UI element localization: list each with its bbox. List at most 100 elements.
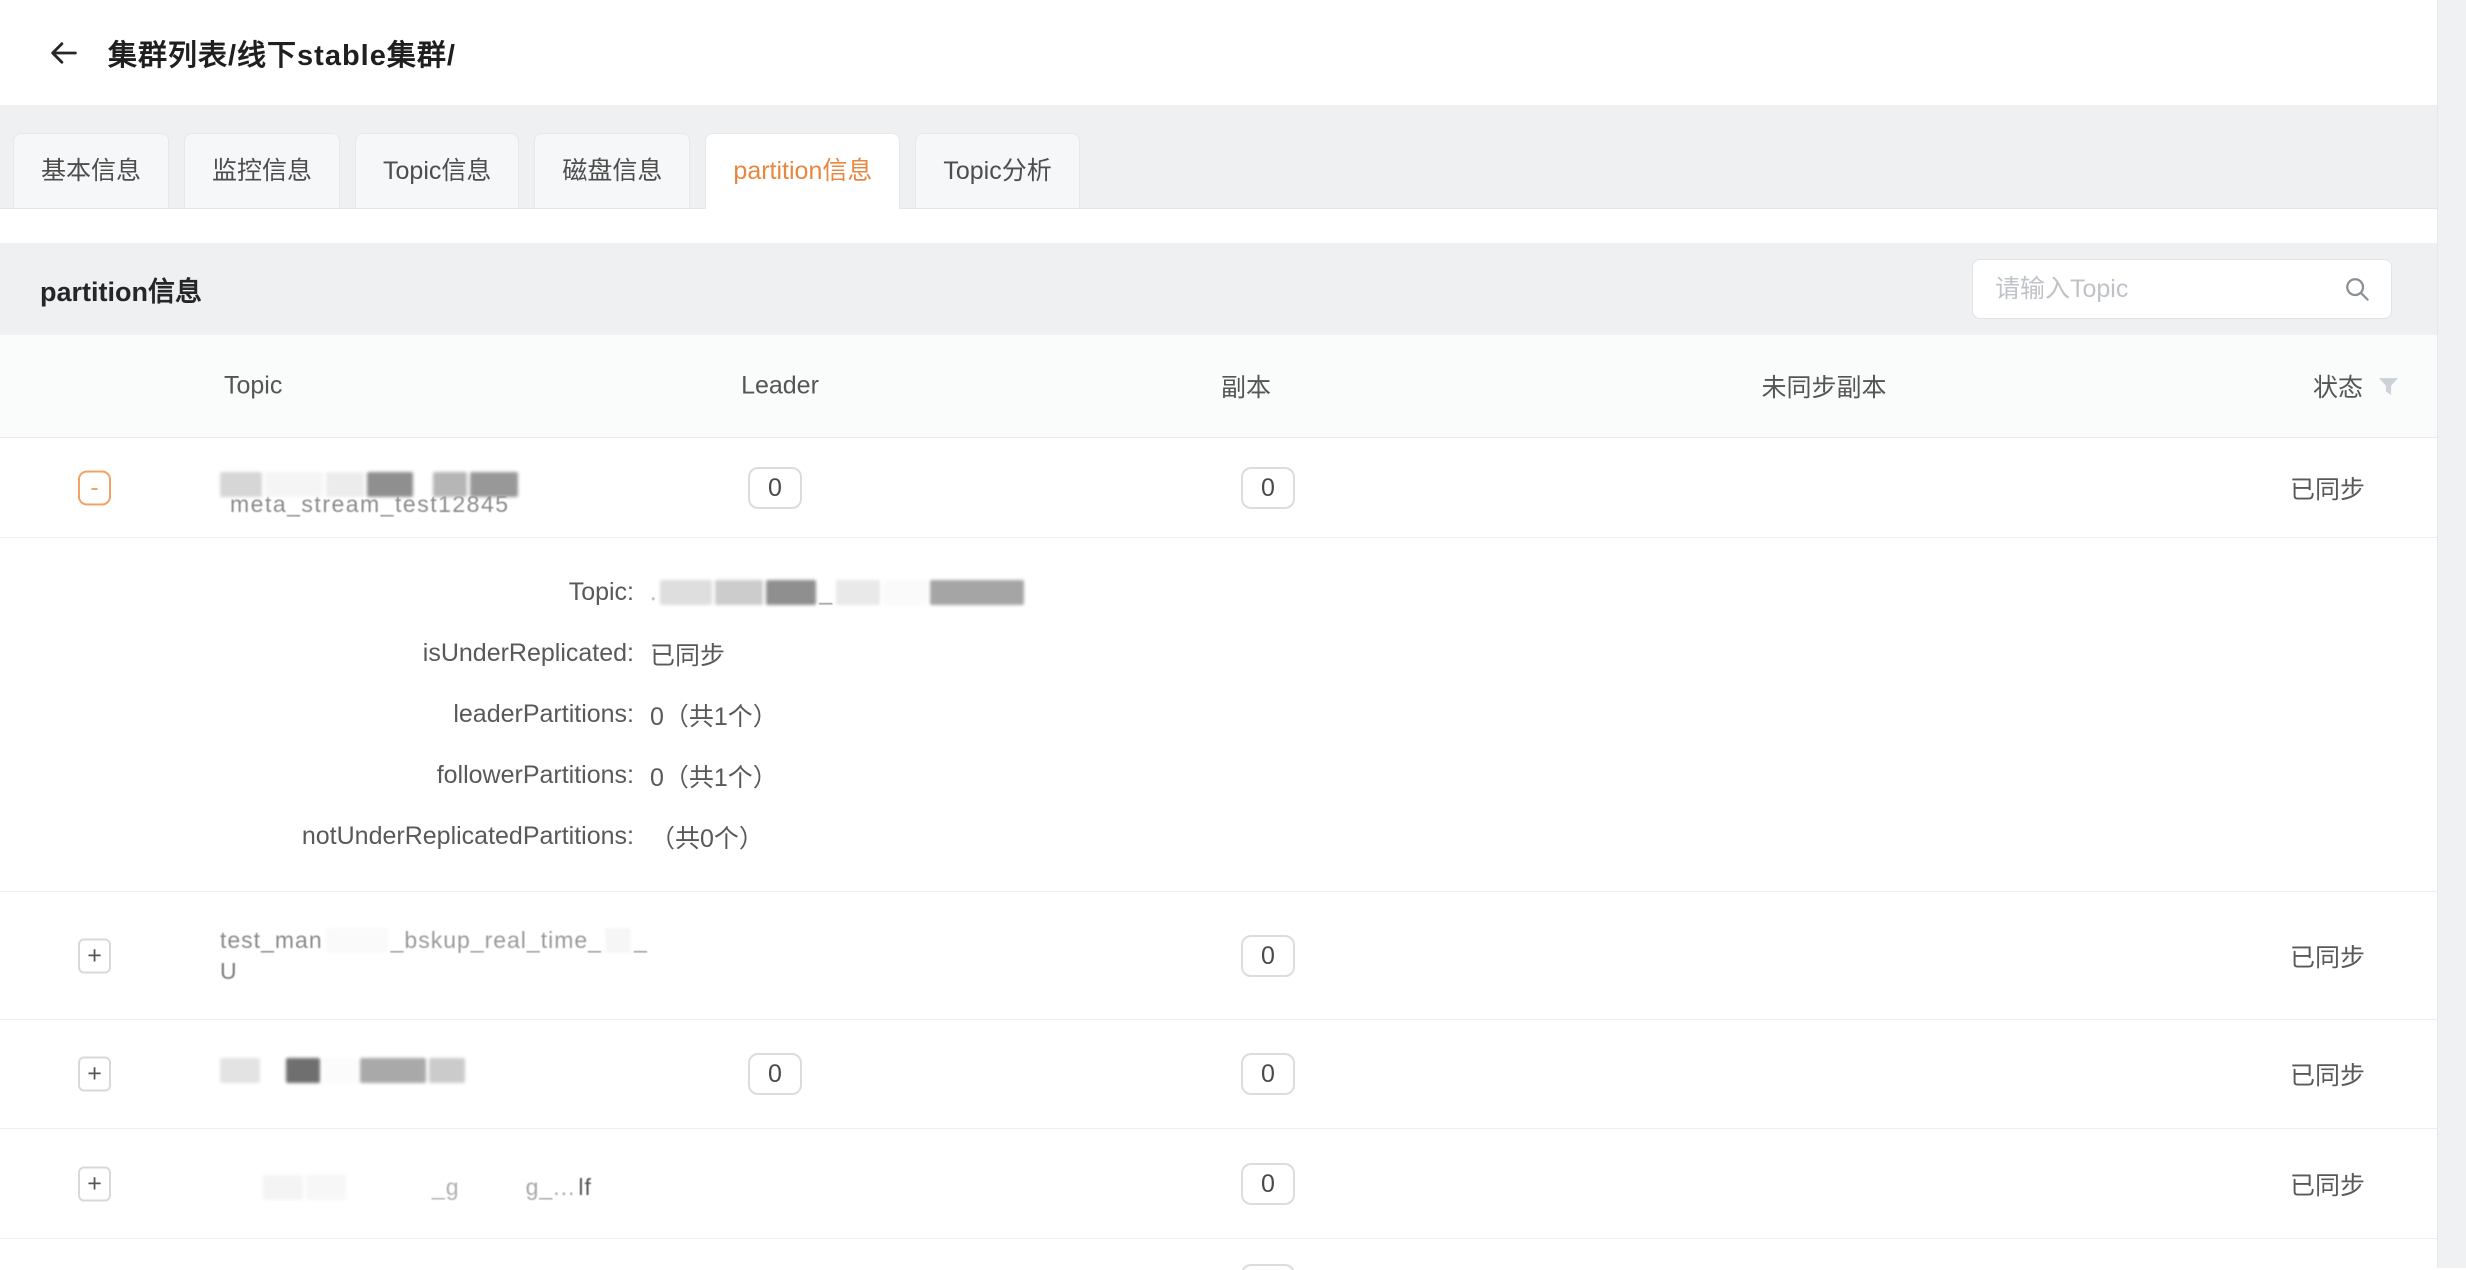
redaction-block [286, 1058, 320, 1083]
leader-count-badge: 0 [748, 467, 802, 509]
topic-cell [220, 1058, 465, 1090]
redaction-block [220, 1058, 260, 1083]
leader-cell: 0 [748, 1053, 802, 1095]
replica-count-badge: 0 [1241, 1264, 1295, 1270]
table-header: Topic Leader 副本 未同步副本 状态 [0, 335, 2438, 438]
spacer [0, 209, 2438, 243]
faint-topic-fragment: . [650, 579, 657, 606]
topic-cell: meta_stream_test12845 [220, 472, 518, 504]
filter-funnel-icon[interactable] [2375, 373, 2402, 400]
tab-基本信息[interactable]: 基本信息 [13, 133, 169, 208]
table-body: - meta_stream_test12845 0 0 已同步 Topic: . … [0, 438, 2438, 1270]
detail-item: followerPartitions: 0（共1个） [0, 745, 2438, 806]
redaction-block [836, 580, 880, 605]
column-header-replica: 副本 [1221, 368, 1271, 404]
detail-item: isUnderReplicated: 已同步 [0, 623, 2438, 684]
replica-count-badge: 0 [1241, 935, 1295, 977]
section-header: partition信息 [0, 243, 2438, 335]
replica-cell: 0 [1241, 1053, 1295, 1095]
replica-cell: 0 [1241, 1163, 1295, 1205]
replica-count-badge: 0 [1241, 1163, 1295, 1205]
faint-topic-fragment: _g [432, 1174, 460, 1201]
redaction-block [306, 1175, 346, 1200]
topic-search-input[interactable] [1972, 259, 2392, 319]
redaction-block [323, 1058, 357, 1083]
expand-toggle-button[interactable]: + [78, 1166, 111, 1201]
faint-topic-fragment: _ [634, 925, 648, 956]
replica-cell: 0 [1241, 935, 1295, 977]
leader-count-badge: 0 [748, 1053, 802, 1095]
faint-topic-fragment: lf [578, 1174, 592, 1201]
redaction-block [930, 580, 1024, 605]
redacted-topic-text [220, 1058, 465, 1083]
expand-toggle-button[interactable]: + [78, 938, 111, 973]
redaction-block [605, 928, 631, 953]
topic-cell: test_man _bskup_real_time_ _ U [220, 925, 648, 987]
column-header-leader: Leader [741, 372, 819, 401]
detail-label: isUnderReplicated: [0, 639, 634, 668]
tab-bar: 基本信息监控信息Topic信息磁盘信息partition信息Topic分析 [0, 105, 2438, 209]
section-title: partition信息 [40, 270, 202, 309]
back-arrow-icon[interactable] [44, 33, 84, 73]
redaction-block [660, 580, 712, 605]
redacted-topic-text: _g g_...lf [220, 1174, 592, 1201]
redaction-block [263, 1175, 303, 1200]
redaction-block [220, 472, 262, 497]
detail-value: （共0个） [650, 819, 764, 855]
faint-topic-fragment: test_man [220, 925, 323, 956]
page: 集群列表/线下stable集群/ 基本信息监控信息Topic信息磁盘信息part… [0, 0, 2438, 1268]
detail-label: followerPartitions: [0, 761, 634, 790]
redaction-block [766, 580, 816, 605]
faint-topic-fragment: g_... [526, 1174, 576, 1201]
expand-toggle-button[interactable]: - [78, 470, 111, 505]
leader-cell: 0 [748, 467, 802, 509]
tab-Topic分析[interactable]: Topic分析 [915, 133, 1079, 208]
search-icon [2342, 274, 2372, 309]
tab-Topic信息[interactable]: Topic信息 [355, 133, 519, 208]
redaction-block [433, 472, 467, 497]
redaction-block [715, 580, 763, 605]
expanded-partition-detail: Topic:. _ isUnderReplicated:已同步leaderPar… [0, 538, 2438, 892]
redacted-topic-text: . _ [650, 579, 1024, 606]
redacted-topic-text [220, 472, 518, 497]
detail-item: notUnderReplicatedPartitions: （共0个） [0, 806, 2438, 867]
faint-topic-fragment: _bskup_real_time_ [391, 925, 602, 956]
redaction-block [470, 472, 518, 497]
detail-label: leaderPartitions: [0, 700, 634, 729]
column-header-status-label: 状态 [2313, 368, 2363, 404]
redaction-block [429, 1058, 465, 1083]
detail-item: leaderPartitions:0（共1个） [0, 684, 2438, 745]
redacted-topic-text: test_man _bskup_real_time_ _ [220, 925, 648, 956]
redaction-block [883, 580, 927, 605]
table-row: + 0 0 已同步 [0, 1020, 2438, 1129]
table-row: + test_man _bskup_real_time_ _ U 0 已同步 [0, 892, 2438, 1020]
detail-label: Topic: [0, 578, 634, 607]
expand-toggle-button[interactable]: + [78, 1057, 111, 1092]
table-row-partial: 0 [0, 1239, 2438, 1270]
redaction-block [360, 1058, 426, 1083]
right-gutter [2437, 0, 2466, 1268]
redaction-block [326, 928, 388, 953]
table-row: - meta_stream_test12845 0 0 已同步 [0, 438, 2438, 538]
redaction-block [265, 472, 323, 497]
tab-监控信息[interactable]: 监控信息 [184, 133, 340, 208]
detail-value: 0（共1个） [650, 758, 778, 794]
tab-磁盘信息[interactable]: 磁盘信息 [534, 133, 690, 208]
redacted-topic-text: U [220, 956, 238, 987]
breadcrumb: 集群列表/线下stable集群/ [108, 32, 456, 74]
column-header-topic: Topic [224, 372, 282, 401]
status-cell: 已同步 [2290, 1166, 2365, 1202]
detail-item: Topic:. _ [0, 562, 2438, 623]
detail-value: 已同步 [650, 636, 725, 672]
faint-topic-fragment: U [220, 956, 238, 987]
status-cell: 已同步 [2290, 938, 2365, 974]
detail-value: . _ [650, 579, 1024, 606]
detail-label: notUnderReplicatedPartitions: [0, 822, 634, 851]
column-header-unsynced-replica: 未同步副本 [1761, 368, 1886, 404]
faint-topic-fragment: _ [819, 579, 833, 606]
replica-cell: 0 [1241, 467, 1295, 509]
topic-cell: _g g_...lf [220, 1166, 592, 1201]
status-cell: 已同步 [2290, 1056, 2365, 1092]
redaction-block [367, 472, 413, 497]
tab-partition信息[interactable]: partition信息 [705, 133, 900, 209]
